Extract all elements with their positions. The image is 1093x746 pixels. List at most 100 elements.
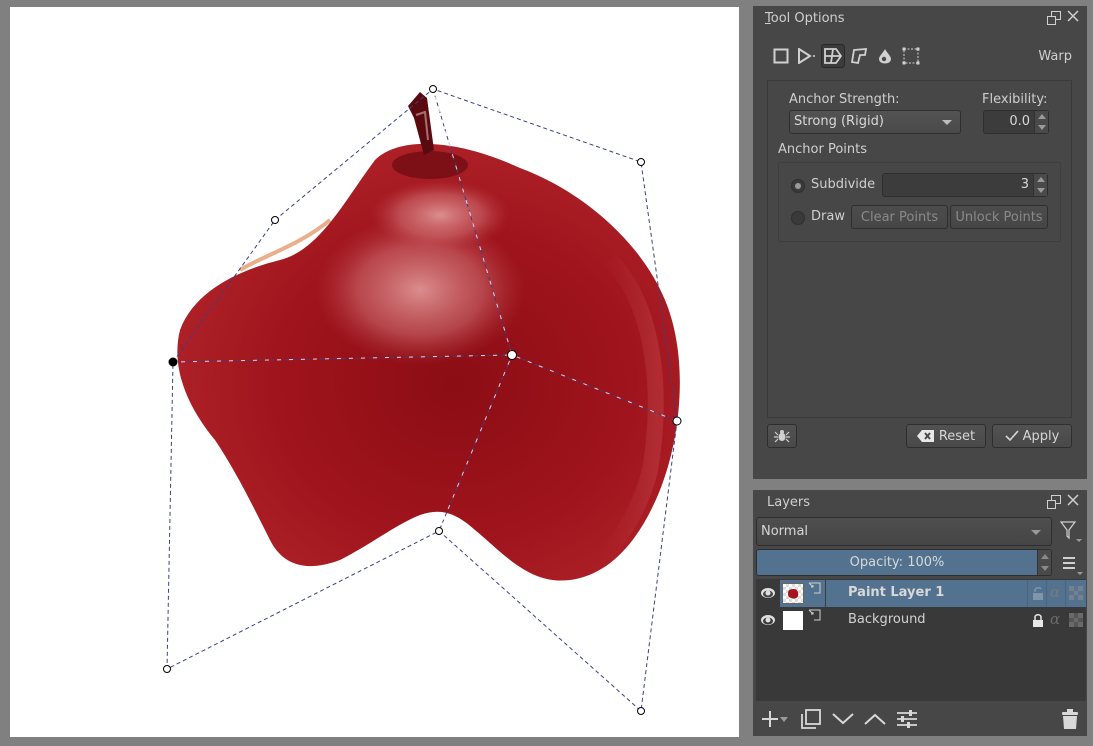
arrow-up-icon[interactable] (1038, 114, 1046, 119)
warp-options-panel: Anchor Strength: Strong (Rigid) Flexibil… (767, 80, 1072, 418)
layer-type-icon (808, 582, 821, 594)
arrow-down-icon[interactable] (1041, 566, 1049, 571)
backspace-icon (916, 430, 934, 442)
move-layer-down-button[interactable] (832, 709, 854, 729)
layer-name[interactable]: Background (848, 612, 926, 627)
close-docker-icon[interactable] (1066, 10, 1080, 24)
chevron-up-icon (864, 713, 886, 725)
canvas-drawing[interactable] (10, 7, 739, 737)
layer-list: Paint Layer 1 α Background α (756, 579, 1086, 701)
anchor-points-label: Anchor Points (778, 142, 868, 157)
control-point[interactable] (637, 158, 645, 166)
spider-icon (774, 430, 790, 443)
control-point[interactable] (672, 416, 682, 426)
arrow-up-icon[interactable] (1037, 177, 1045, 182)
unlock-points-button[interactable]: Unlock Points (950, 205, 1048, 229)
flexibility-value: 0.0 (1009, 114, 1030, 129)
flexibility-label: Flexibility: (982, 92, 1048, 107)
draw-radio[interactable] (791, 211, 805, 225)
mesh-transform-icon[interactable] (899, 44, 923, 68)
subdivide-spinbox[interactable]: 3 (882, 173, 1048, 197)
layer-properties-button[interactable] (896, 709, 918, 729)
chevron-down-icon (1031, 530, 1041, 535)
control-point[interactable] (271, 216, 279, 224)
close-docker-icon[interactable] (1066, 494, 1080, 508)
lock-icon[interactable] (1032, 613, 1044, 627)
warp-transform-icon[interactable] (821, 44, 845, 68)
visibility-eye-icon[interactable] (760, 613, 776, 627)
flexibility-spinbox[interactable]: 0.0 (983, 110, 1049, 134)
column-divider (1046, 580, 1047, 607)
layer-row[interactable]: Background α (756, 607, 1086, 634)
control-point[interactable] (429, 85, 437, 93)
reset-button[interactable]: Reset (906, 424, 986, 448)
delete-layer-button[interactable] (1059, 709, 1081, 729)
sliders-icon (897, 710, 917, 728)
add-layer-button[interactable] (759, 709, 781, 729)
control-point[interactable] (507, 350, 517, 360)
reset-label: Reset (938, 428, 976, 444)
alpha-lock-icon[interactable]: α (1050, 583, 1060, 601)
subdivide-radio[interactable] (791, 179, 805, 193)
move-layer-up-button[interactable] (864, 709, 886, 729)
blend-mode-value: Normal (761, 524, 809, 539)
column-divider (825, 580, 826, 607)
filter-icon[interactable] (1059, 521, 1082, 547)
float-docker-icon[interactable] (1047, 11, 1061, 25)
control-point-selected[interactable] (168, 357, 178, 367)
opacity-spin-buttons[interactable] (1037, 550, 1051, 575)
arrow-down-icon[interactable] (1037, 188, 1045, 193)
spider-debug-button[interactable] (767, 424, 797, 448)
layer-thumbnail (782, 610, 804, 631)
inherit-alpha-icon[interactable] (1069, 586, 1083, 600)
duplicate-icon (801, 709, 821, 729)
free-transform-icon[interactable] (769, 44, 793, 68)
anchor-strength-dropdown[interactable]: Strong (Rigid) (789, 110, 961, 134)
chevron-down-icon (832, 713, 854, 725)
subdivide-value: 3 (1020, 177, 1029, 192)
draw-label[interactable]: Draw (811, 209, 845, 224)
inherit-alpha-icon[interactable] (1069, 613, 1083, 627)
layer-menu-icon[interactable] (1062, 556, 1084, 580)
transform-mode-label: Warp (1038, 49, 1072, 64)
control-point[interactable] (435, 527, 443, 535)
krita-window: Tool Options Warp Anchor Strength: Stron… (0, 0, 1093, 746)
spin-buttons[interactable] (1033, 174, 1047, 196)
duplicate-layer-button[interactable] (800, 709, 822, 729)
anchor-strength-value: Strong (Rigid) (794, 114, 884, 129)
perspective-transform-icon[interactable] (795, 44, 819, 68)
clear-points-button[interactable]: Clear Points (851, 205, 948, 229)
layer-name[interactable]: Paint Layer 1 (848, 585, 944, 600)
visibility-eye-icon[interactable] (760, 586, 776, 600)
anchor-points-group: Subdivide 3 Draw Clear Points Unlock Poi… (778, 162, 1061, 242)
liquify-transform-icon[interactable] (873, 44, 897, 68)
control-point[interactable] (163, 665, 171, 673)
arrow-down-icon[interactable] (1038, 125, 1046, 130)
control-point[interactable] (637, 707, 645, 715)
cage-transform-icon[interactable] (847, 44, 871, 68)
column-divider (1065, 580, 1066, 607)
trash-icon (1062, 709, 1078, 729)
canvas[interactable] (10, 7, 739, 737)
float-docker-icon[interactable] (1047, 495, 1061, 509)
checkmark-icon (1005, 430, 1019, 442)
subdivide-label[interactable]: Subdivide (811, 177, 875, 192)
add-layer-menu-button[interactable] (779, 709, 789, 729)
apple-image (177, 92, 680, 581)
layers-title: Layers (767, 495, 811, 510)
apply-button[interactable]: Apply (992, 424, 1072, 448)
arrow-up-icon[interactable] (1041, 554, 1049, 559)
layer-thumbnail (782, 583, 804, 604)
blend-mode-dropdown[interactable]: Normal (756, 517, 1052, 546)
unlocked-icon[interactable] (1032, 586, 1044, 600)
layer-type-icon (808, 609, 821, 621)
chevron-down-icon (942, 120, 952, 125)
anchor-strength-label: Anchor Strength: (789, 92, 900, 107)
alpha-lock-icon[interactable]: α (1050, 610, 1060, 628)
layer-row[interactable]: Paint Layer 1 α (756, 580, 1086, 607)
spin-buttons[interactable] (1034, 111, 1048, 133)
layers-docker: Layers Normal Opacity: 100% Paint Layer … (753, 490, 1087, 736)
transform-mode-bar (769, 44, 923, 70)
apply-label: Apply (1022, 428, 1060, 444)
opacity-slider[interactable]: Opacity: 100% (756, 549, 1052, 576)
